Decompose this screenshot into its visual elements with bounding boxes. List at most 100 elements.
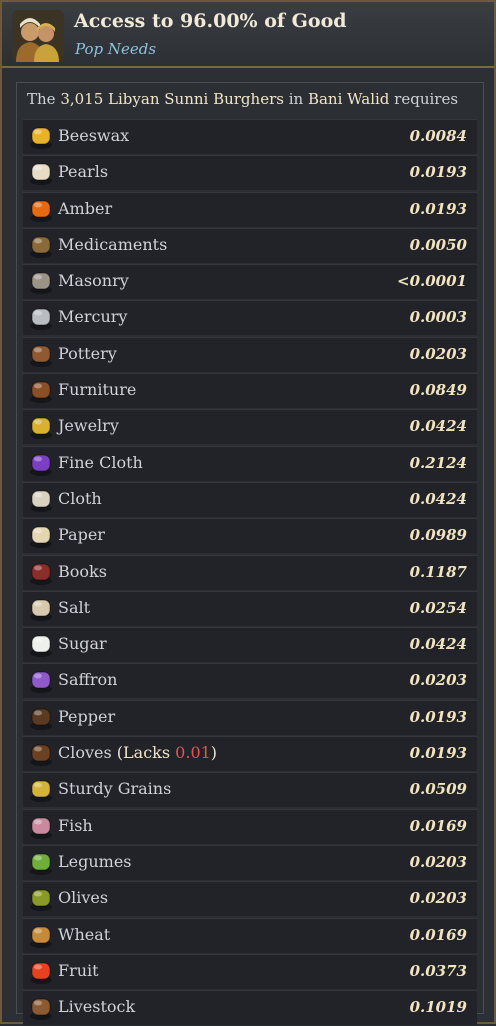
requires-suffix: requires <box>389 90 459 108</box>
good-row[interactable]: Sugar 0.0424 <box>23 627 477 663</box>
good-value: 0.0003 <box>409 308 467 327</box>
good-name: Sugar <box>58 634 107 653</box>
tooltip-panel: Access to 96.00% of Good Pop Needs The 3… <box>0 0 496 1026</box>
good-row[interactable]: Fruit 0.0373 <box>23 953 477 989</box>
good-row[interactable]: Cloves (Lacks 0.01) 0.0193 <box>23 736 477 772</box>
good-name: Legumes <box>58 852 132 871</box>
good-name: Pepper <box>58 707 115 726</box>
livestock-icon <box>30 998 52 1021</box>
good-value: 0.0193 <box>409 199 467 218</box>
good-row[interactable]: Legumes 0.0203 <box>23 844 477 880</box>
good-row[interactable]: Saffron 0.0203 <box>23 663 477 699</box>
good-value: 0.1019 <box>409 998 467 1017</box>
good-row[interactable]: Sturdy Grains 0.0509 <box>23 772 477 808</box>
tooltip-subtitle: Pop Needs <box>75 40 157 58</box>
good-name: Olives <box>58 888 108 907</box>
good-name: Paper <box>58 525 105 544</box>
good-name: Amber <box>58 199 112 218</box>
good-row[interactable]: Wheat 0.0169 <box>23 917 477 953</box>
good-name: Books <box>58 562 107 581</box>
medicaments-icon <box>30 236 52 258</box>
good-name: Fruit <box>58 961 99 980</box>
good-row[interactable]: Pearls 0.0193 <box>23 155 477 191</box>
pearls-icon <box>30 163 52 186</box>
good-value: 0.0424 <box>409 489 467 508</box>
good-name-text: Pearls <box>58 162 109 182</box>
good-value: 0.0424 <box>409 635 467 654</box>
good-name: Fine Cloth <box>58 453 143 472</box>
good-value: 0.0193 <box>409 744 467 763</box>
fine-cloth-icon <box>30 454 52 476</box>
good-value: 0.2124 <box>409 453 467 472</box>
requires-sentence: The 3,015 Libyan Sunni Burghers in Bani … <box>27 90 475 108</box>
good-row[interactable]: Books 0.1187 <box>23 554 477 590</box>
cloth-icon <box>30 490 52 512</box>
good-name-text: Furniture <box>58 380 137 400</box>
cloves-icon <box>30 744 52 767</box>
tooltip-header: Access to 96.00% of Good Pop Needs <box>2 2 494 68</box>
good-value: 0.0203 <box>409 344 467 363</box>
good-name-text: Paper <box>58 525 105 545</box>
masonry-icon <box>30 272 52 295</box>
pop-portrait-icon <box>12 10 64 62</box>
good-value: 0.0193 <box>409 707 467 726</box>
good-name: Cloves (Lacks 0.01) <box>58 743 218 763</box>
good-row[interactable]: Salt 0.0254 <box>23 590 477 626</box>
salt-icon <box>30 599 52 621</box>
good-row[interactable]: Furniture 0.0849 <box>23 373 477 409</box>
good-row[interactable]: Beeswax 0.0084 <box>23 119 477 154</box>
good-value: 0.0084 <box>409 127 467 145</box>
good-row[interactable]: Paper 0.0989 <box>23 518 477 554</box>
fish-icon <box>30 817 52 839</box>
good-row[interactable]: Pottery 0.0203 <box>23 336 477 372</box>
good-name-text: Masonry <box>58 271 129 291</box>
good-name-text: Mercury <box>58 307 128 327</box>
good-value: 0.0203 <box>409 671 467 690</box>
good-name: Saffron <box>58 670 117 689</box>
good-name-text: Cloves <box>58 743 112 763</box>
good-name: Pottery <box>58 344 117 363</box>
good-name-text: Jewelry <box>58 416 119 436</box>
good-name-text: Salt <box>58 597 91 617</box>
good-row[interactable]: Jewelry 0.0424 <box>23 409 477 445</box>
legumes-icon <box>30 853 52 875</box>
good-name: Sturdy Grains <box>58 779 171 798</box>
good-value: 0.0424 <box>409 417 467 436</box>
good-row[interactable]: Livestock 0.1019 <box>23 990 477 1026</box>
good-row[interactable]: Cloth 0.0424 <box>23 481 477 517</box>
good-value: 0.0169 <box>409 925 467 944</box>
good-row[interactable]: Pepper 0.0193 <box>23 699 477 735</box>
good-name-text: Amber <box>58 198 113 218</box>
good-name: Wheat <box>58 925 110 944</box>
pepper-icon <box>30 708 52 730</box>
good-row[interactable]: Mercury 0.0003 <box>23 300 477 336</box>
pop-type: Libyan Sunni Burghers <box>108 90 284 108</box>
good-name-text: Sturdy Grains <box>58 779 172 799</box>
good-name: Salt <box>58 598 90 617</box>
good-name: Cloth <box>58 489 102 508</box>
pottery-icon <box>30 345 52 367</box>
good-row[interactable]: Masonry <0.0001 <box>23 264 477 300</box>
good-name-text: Fine Cloth <box>58 452 143 472</box>
good-value: 0.0989 <box>409 526 467 545</box>
good-row[interactable]: Fine Cloth 0.2124 <box>23 445 477 481</box>
good-value: 0.0050 <box>409 235 467 254</box>
good-name-text: Saffron <box>58 670 118 690</box>
good-value: 0.0849 <box>409 381 467 400</box>
good-name-text: Wheat <box>58 924 111 944</box>
good-value: 0.0193 <box>409 163 467 182</box>
good-name-text: Pottery <box>58 343 117 363</box>
good-name: Livestock <box>58 997 135 1016</box>
good-value: 0.0254 <box>409 598 467 617</box>
good-value: 0.0373 <box>409 961 467 980</box>
requires-in: in <box>283 90 308 108</box>
good-row[interactable]: Fish 0.0169 <box>23 808 477 844</box>
good-row[interactable]: Olives 0.0203 <box>23 881 477 917</box>
requires-prefix: The <box>27 90 61 108</box>
good-value: 0.1187 <box>409 562 467 581</box>
goods-list: Beeswax 0.0084 Pearls 0.0193 Amber 0.0193 Medi… <box>23 119 477 1026</box>
needs-list-frame: The 3,015 Libyan Sunni Burghers in Bani … <box>16 82 484 1026</box>
good-name-text: Medicaments <box>58 234 168 254</box>
good-row[interactable]: Medicaments 0.0050 <box>23 227 477 263</box>
good-row[interactable]: Amber 0.0193 <box>23 191 477 227</box>
